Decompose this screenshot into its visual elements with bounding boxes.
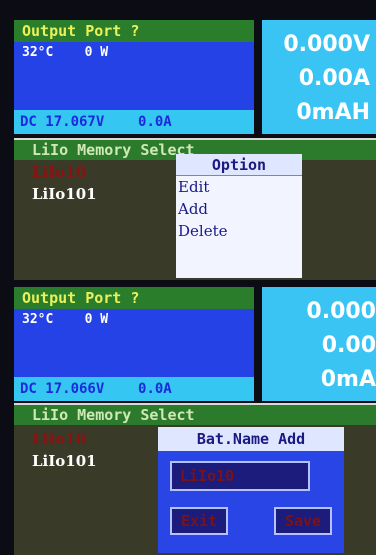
option-edit[interactable]: Edit	[178, 176, 302, 198]
dc-current: 0.0A	[138, 381, 172, 397]
output-port-header: Output Port ?	[14, 287, 254, 309]
output-current: 0.00	[321, 333, 376, 358]
option-add[interactable]: Add	[178, 198, 302, 220]
memory-item[interactable]: LiIo101	[32, 451, 97, 471]
output-current: 0.00A	[298, 66, 370, 91]
output-readouts: 0.000 0.00 0mA	[262, 287, 376, 401]
status-area: 32°C 0 W	[14, 309, 254, 377]
watt-readout: 0 W	[84, 312, 109, 327]
temperature-readout: 32°C	[22, 45, 54, 60]
memory-select-title: LiIo Memory Select	[14, 403, 376, 425]
option-menu: Edit Add Delete	[176, 176, 302, 278]
output-voltage: 0.000V	[283, 32, 370, 57]
dc-status-bar: DC 17.067V 0.0A	[14, 110, 254, 134]
output-capacity: 0mAH	[296, 100, 370, 125]
option-delete[interactable]: Delete	[178, 220, 302, 242]
output-readouts: 0.000V 0.00A 0mAH	[262, 20, 376, 134]
screen-1: Output Port ? 32°C 0 W DC 17.067V 0.0A 0…	[0, 0, 376, 283]
save-button[interactable]: Save	[274, 507, 332, 535]
output-voltage: 0.000	[306, 299, 376, 324]
watt-readout: 0 W	[84, 45, 109, 60]
output-capacity: 0mA	[320, 367, 376, 392]
memory-item[interactable]: LiIo10	[32, 162, 86, 182]
name-add-dialog-title: Bat.Name Add	[158, 427, 344, 451]
dc-status-bar: DC 17.066V 0.0A	[14, 377, 254, 401]
option-menu-title: Option	[176, 154, 302, 176]
exit-button[interactable]: Exit	[170, 507, 228, 535]
dc-voltage: DC 17.067V	[20, 114, 105, 130]
dc-voltage: DC 17.066V	[20, 381, 105, 397]
dc-current: 0.0A	[138, 114, 172, 130]
memory-item[interactable]: LiIo10	[32, 429, 86, 449]
memory-item[interactable]: LiIo101	[32, 184, 97, 204]
screen-2: Output Port ? 32°C 0 W DC 17.066V 0.0A 0…	[0, 283, 376, 555]
output-port-header: Output Port ?	[14, 20, 254, 42]
battery-name-input[interactable]: LiIo10	[170, 461, 310, 491]
temperature-readout: 32°C	[22, 312, 54, 327]
status-area: 32°C 0 W	[14, 42, 254, 110]
